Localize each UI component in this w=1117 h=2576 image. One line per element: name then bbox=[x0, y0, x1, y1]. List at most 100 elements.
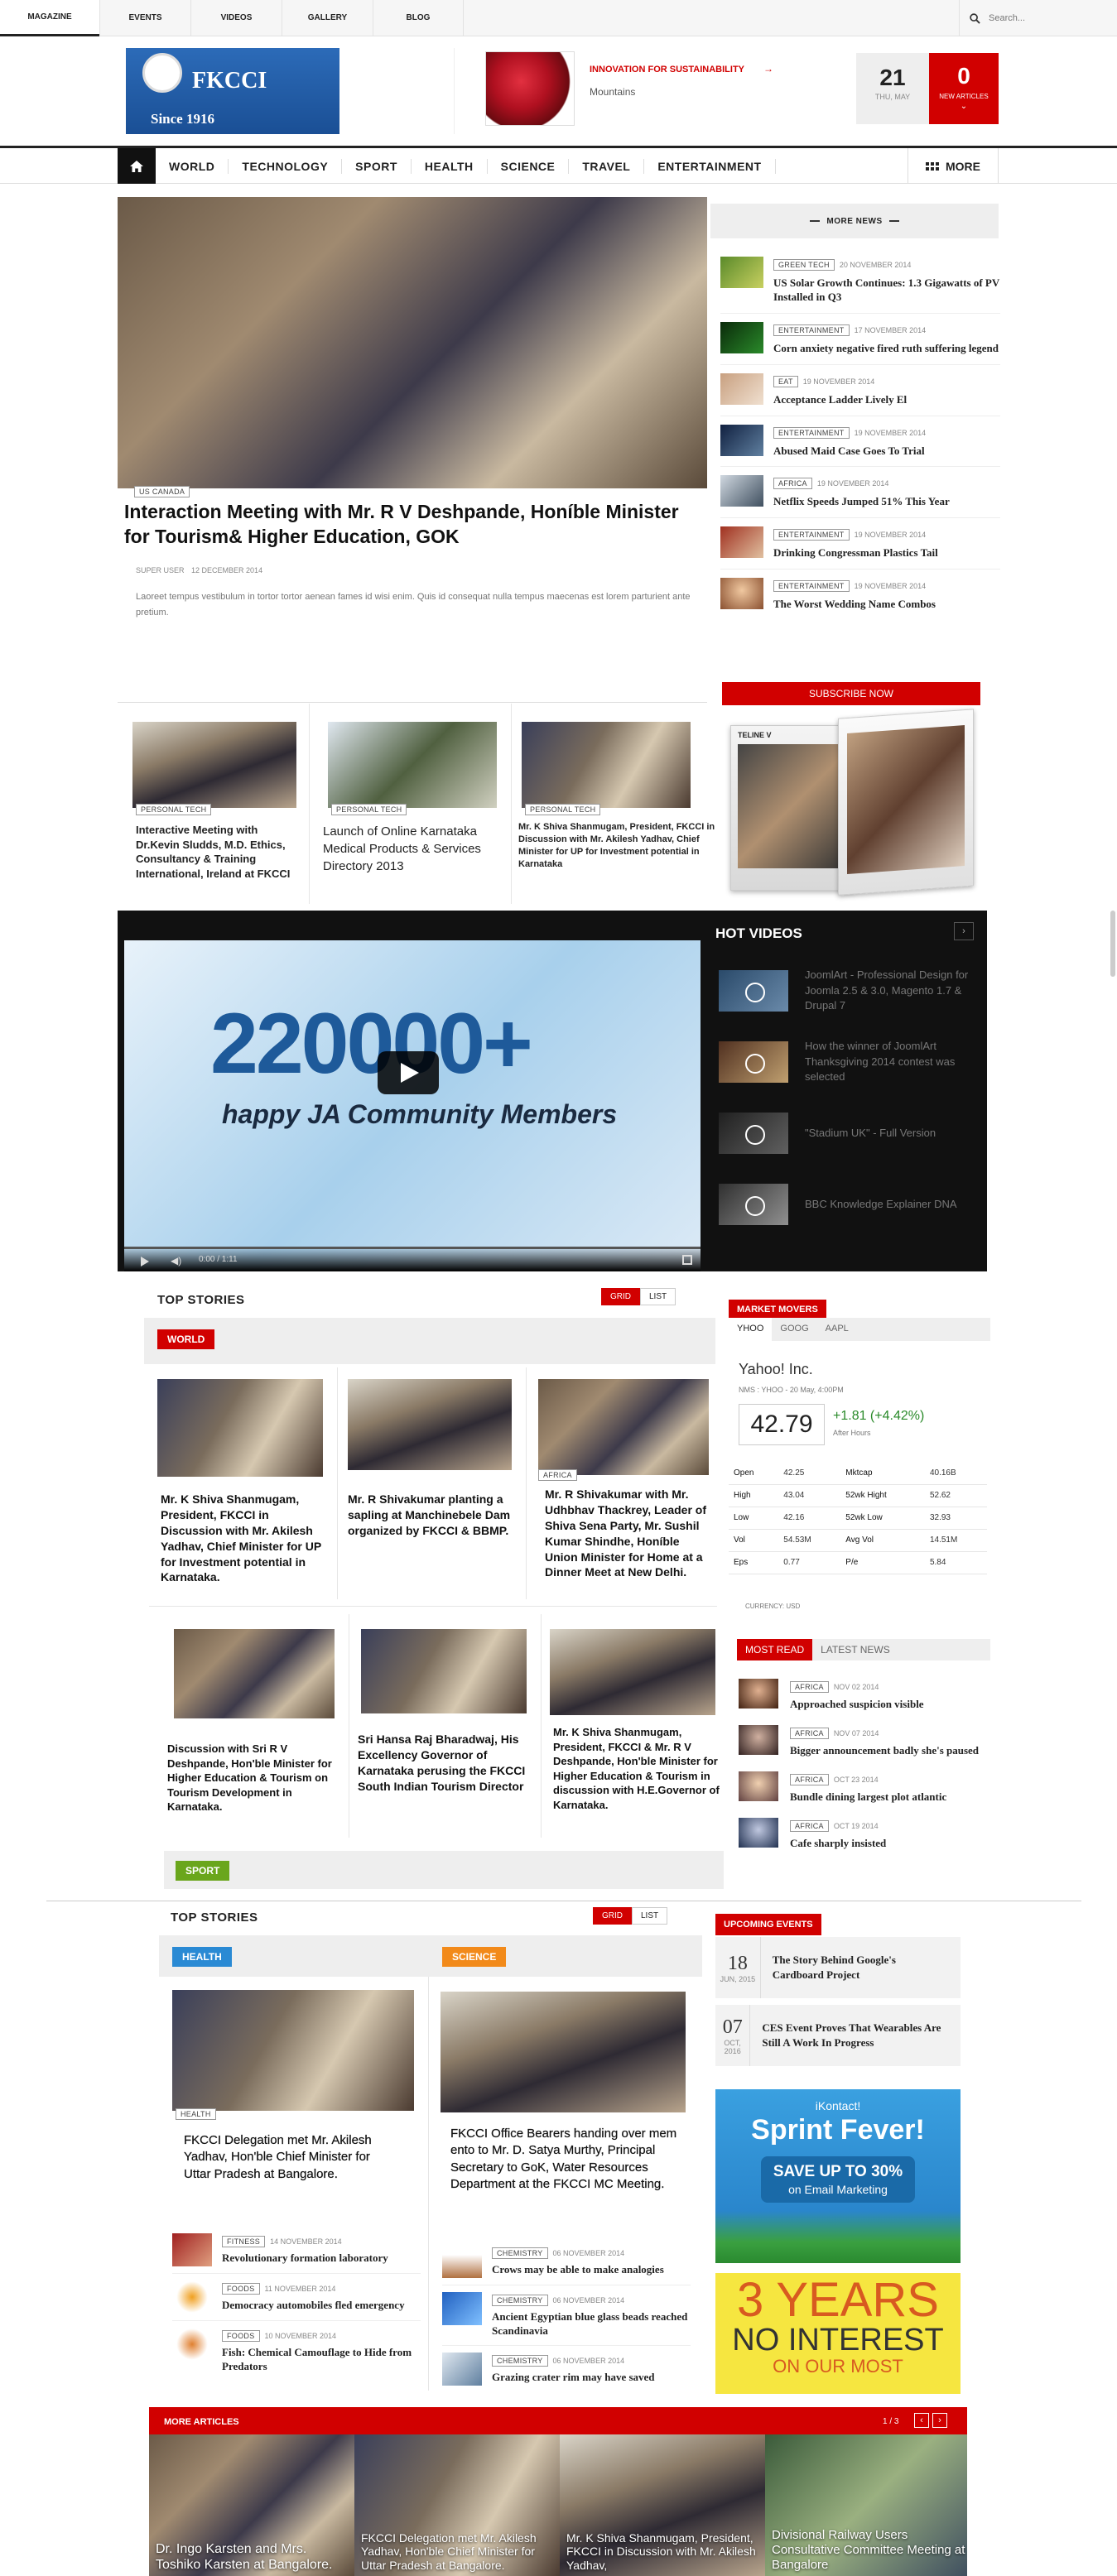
more-article-card[interactable]: Mr. K Shiva Shanmugam, President, FKCCI … bbox=[560, 2434, 765, 2576]
topnav-magazine[interactable]: MAGAZINE bbox=[0, 0, 99, 36]
video-player[interactable]: 220000+ happy JA Community Members ◀) 0:… bbox=[124, 940, 701, 1271]
list-item[interactable]: ENTERTAINMENT 19 NOVEMBER 2014 Abused Maid… bbox=[720, 416, 1000, 468]
mini-article[interactable]: PERSONAL TECH Mr. K Shiva Shanmugam, Pre… bbox=[515, 704, 715, 904]
ad-sprint-fever[interactable]: iKontact! Sprint Fever! SAVE UP TO 30% o… bbox=[715, 2089, 961, 2263]
health-feature-tag[interactable]: HEALTH bbox=[176, 2106, 216, 2121]
list-item[interactable]: AFRICA OCT 19 2014 Cafe sharply insisted bbox=[739, 1811, 987, 1858]
list-item[interactable]: EAT 19 NOVEMBER 2014 Acceptance Ladder Liv… bbox=[720, 365, 1000, 416]
tab-goog[interactable]: GOOG bbox=[772, 1318, 816, 1341]
story-card[interactable]: Mr. K Shiva Shanmugam, President, FKCCI … bbox=[545, 1614, 724, 1838]
chevron-right-icon[interactable]: › bbox=[954, 922, 974, 940]
promo-image[interactable] bbox=[485, 51, 575, 126]
topnav-videos[interactable]: VIDEOS bbox=[190, 0, 282, 36]
list-item[interactable]: CHEMISTRY 06 NOVEMBER 2014 Grazing crater … bbox=[442, 2346, 691, 2392]
health-feature-title[interactable]: FKCCI Delegation met Mr. Akilesh Yadhav,… bbox=[184, 2132, 391, 2183]
story-card[interactable]: Sri Hansa Raj Bharadwaj, His Excellency … bbox=[353, 1614, 542, 1838]
story-title[interactable]: Discussion with Sri R V Deshpande, Hon'b… bbox=[167, 1742, 346, 1814]
list-item[interactable]: FOODS 10 NOVEMBER 2014 Fish: Chemical Camo… bbox=[172, 2321, 421, 2381]
sport-label[interactable]: SPORT bbox=[176, 1861, 230, 1881]
story-card[interactable]: Discussion with Sri R V Deshpande, Hon'b… bbox=[162, 1614, 349, 1838]
story-title[interactable]: Sri Hansa Raj Bharadwaj, His Excellency … bbox=[358, 1732, 533, 1795]
nav-world[interactable]: WORLD bbox=[156, 158, 229, 174]
new-articles-box[interactable]: 0 NEW ARTICLES ⌄ bbox=[929, 53, 999, 124]
mini-article[interactable]: PERSONAL TECH Interactive Meeting with D… bbox=[118, 704, 310, 904]
nav-entertainment[interactable]: ENTERTAINMENT bbox=[644, 158, 776, 174]
list-item[interactable]: AFRICA NOV 02 2014 Approached suspicion vi… bbox=[739, 1672, 987, 1718]
story-title[interactable]: Mr. R Shivakumar with Mr. Udhbhav Thackr… bbox=[545, 1487, 715, 1580]
prev-button[interactable]: ‹ bbox=[914, 2413, 929, 2428]
next-button[interactable]: › bbox=[932, 2413, 947, 2428]
story-title[interactable]: Mr. K Shiva Shanmugam, President, FKCCI … bbox=[161, 1492, 331, 1585]
nav-health[interactable]: HEALTH bbox=[412, 158, 488, 174]
fullscreen-icon[interactable] bbox=[682, 1255, 692, 1265]
list-button[interactable]: LIST bbox=[632, 1907, 668, 1925]
list-item[interactable]: FOODS 11 NOVEMBER 2014 Democracy automobil… bbox=[172, 2274, 421, 2321]
topnav-blog[interactable]: BLOG bbox=[373, 0, 464, 36]
nav-travel[interactable]: TRAVEL bbox=[569, 158, 645, 174]
featured-image[interactable] bbox=[118, 197, 707, 488]
story-title[interactable]: Mr. K Shiva Shanmugam, President, FKCCI … bbox=[553, 1725, 720, 1812]
volume-icon[interactable]: ◀) bbox=[171, 1255, 181, 1266]
subscribe-button[interactable]: SUBSCRIBE NOW bbox=[722, 682, 980, 705]
topnav-events[interactable]: EVENTS bbox=[99, 0, 190, 36]
nav-science[interactable]: SCIENCE bbox=[488, 158, 570, 174]
progress-bar[interactable] bbox=[124, 1247, 701, 1249]
tab-latest-news[interactable]: LATEST NEWS bbox=[812, 1639, 898, 1660]
list-item[interactable]: 07 OCT, 2016 CES Event Proves That Wearab… bbox=[715, 2005, 961, 2066]
list-item[interactable]: AFRICA OCT 23 2014 Bundle dining largest p… bbox=[739, 1765, 987, 1811]
nav-more[interactable]: MORE bbox=[908, 148, 999, 184]
world-label[interactable]: WORLD bbox=[157, 1329, 215, 1349]
featured-author[interactable]: SUPER USER bbox=[136, 566, 185, 574]
ad-no-interest[interactable]: 3 YEARS NO INTEREST ON OUR MOST bbox=[715, 2273, 961, 2394]
mini-article-title[interactable]: Interactive Meeting with Dr.Kevin Sludds… bbox=[136, 823, 293, 881]
list-item[interactable]: AFRICA NOV 07 2014 Bigger announcement bad… bbox=[739, 1718, 987, 1765]
search-input[interactable] bbox=[989, 13, 1105, 23]
science-label[interactable]: SCIENCE bbox=[442, 1947, 507, 1967]
mini-article[interactable]: PERSONAL TECH Launch of Online Karnataka… bbox=[313, 704, 512, 904]
story-card[interactable]: AFRICA Mr. R Shivakumar with Mr. Udhbhav… bbox=[530, 1367, 717, 1599]
list-item[interactable]: AFRICA 19 NOVEMBER 2014 Netflix Speeds Jum… bbox=[720, 467, 1000, 519]
mini-article-title[interactable]: Launch of Online Karnataka Medical Produ… bbox=[323, 823, 505, 875]
more-article-card[interactable]: FKCCI Delegation met Mr. Akilesh Yadhav,… bbox=[354, 2434, 560, 2576]
tab-yhoo[interactable]: YHOO bbox=[729, 1318, 773, 1341]
tab-aapl[interactable]: AAPL bbox=[817, 1318, 857, 1341]
scrollbar[interactable] bbox=[1110, 911, 1115, 977]
list-item[interactable]: BBC Knowledge Explainer DNA bbox=[704, 1169, 985, 1240]
tab-most-read[interactable]: MOST READ bbox=[737, 1639, 813, 1660]
health-label[interactable]: HEALTH bbox=[172, 1947, 232, 1967]
list-item[interactable]: ENTERTAINMENT 17 NOVEMBER 2014 Corn anxiet… bbox=[720, 314, 1000, 365]
science-feature-title[interactable]: FKCCI Office Bearers handing over mem en… bbox=[450, 2126, 682, 2193]
story-title[interactable]: Mr. R Shivakumar planting a sapling at M… bbox=[348, 1492, 522, 1539]
list-item[interactable]: ENTERTAINMENT 19 NOVEMBER 2014 Drinking Co… bbox=[720, 518, 1000, 570]
health-feature-image[interactable] bbox=[172, 1990, 414, 2111]
science-feature-image[interactable] bbox=[441, 1992, 686, 2112]
story-card[interactable]: Mr. R Shivakumar planting a sapling at M… bbox=[339, 1367, 527, 1599]
list-item[interactable]: 18 JUN, 2015 The Story Behind Google's Ca… bbox=[715, 1937, 961, 1998]
list-item[interactable]: FITNESS 14 NOVEMBER 2014 Revolutionary for… bbox=[172, 2227, 421, 2274]
search-box[interactable] bbox=[959, 0, 1117, 36]
topnav-gallery[interactable]: GALLERY bbox=[282, 0, 373, 36]
list-item[interactable]: How the winner of JoomlArt Thanksgiving … bbox=[704, 1026, 985, 1098]
nav-sport[interactable]: SPORT bbox=[342, 158, 412, 174]
promo-title[interactable]: INNOVATION FOR SUSTAINABILITY bbox=[590, 65, 744, 74]
home-icon[interactable] bbox=[118, 148, 156, 184]
list-item[interactable]: ENTERTAINMENT 19 NOVEMBER 2014 The Worst W… bbox=[720, 570, 1000, 620]
magazine-cover[interactable]: TELINE V bbox=[730, 709, 982, 896]
more-article-card[interactable]: Divisional Railway Users Consultative Co… bbox=[765, 2434, 967, 2576]
logo[interactable]: FKCCI Since 1916 bbox=[126, 48, 339, 134]
list-item[interactable]: "Stadium UK" - Full Version bbox=[704, 1098, 985, 1169]
list-item[interactable]: CHEMISTRY 06 NOVEMBER 2014 Ancient Egyptia… bbox=[442, 2285, 691, 2346]
list-item[interactable]: CHEMISTRY 06 NOVEMBER 2014 Crows may be ab… bbox=[442, 2238, 691, 2285]
featured-title[interactable]: Interaction Meeting with Mr. R V Deshpan… bbox=[124, 500, 696, 550]
nav-technology[interactable]: TECHNOLOGY bbox=[229, 158, 343, 174]
featured-tag[interactable]: US CANADA bbox=[134, 483, 190, 498]
mini-article-title[interactable]: Mr. K Shiva Shanmugam, President, FKCCI … bbox=[518, 821, 730, 870]
play-button[interactable] bbox=[378, 1051, 439, 1094]
list-item[interactable]: GREEN TECH 20 NOVEMBER 2014 US Solar Growt… bbox=[720, 248, 1000, 314]
story-card[interactable]: Mr. K Shiva Shanmugam, President, FKCCI … bbox=[149, 1367, 338, 1599]
more-article-card[interactable]: Dr. Ingo Karsten and Mrs. Toshiko Karste… bbox=[149, 2434, 354, 2576]
grid-button[interactable]: GRID bbox=[593, 1907, 632, 1925]
grid-button[interactable]: GRID bbox=[601, 1288, 640, 1305]
play-small-icon[interactable] bbox=[141, 1257, 149, 1266]
list-button[interactable]: LIST bbox=[640, 1288, 676, 1305]
